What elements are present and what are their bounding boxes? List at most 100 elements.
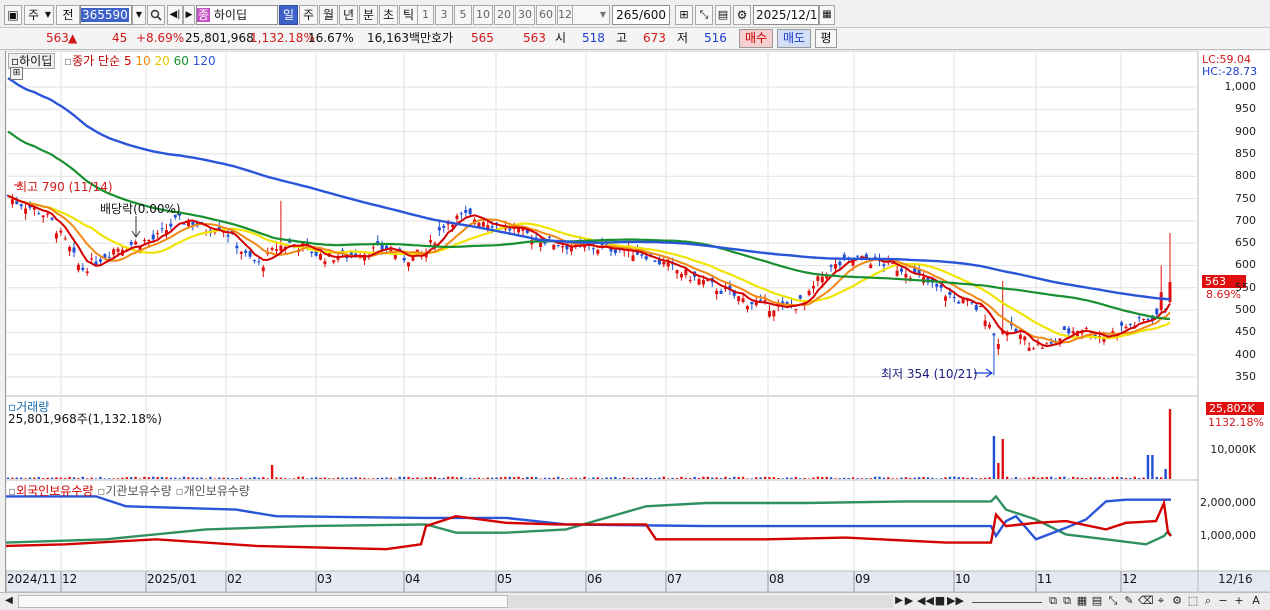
copy-icon[interactable]: ⧉ [1060, 594, 1074, 609]
play-icon[interactable]: ▶ [902, 594, 916, 609]
fast-forward-icon[interactable]: ▶▶ [947, 594, 964, 609]
custom-interval-select[interactable]: ▼ [572, 5, 610, 25]
volume-bar [561, 478, 564, 479]
save-icon[interactable]: ▤ [715, 5, 731, 25]
candle-body [464, 209, 468, 213]
minute-option-0[interactable]: 1 [417, 5, 434, 25]
zoom-slider[interactable] [972, 594, 1042, 603]
ma-legend[interactable]: ▫종가 단순 5 10 20 60 120 [64, 54, 216, 68]
table-icon[interactable]: ▤ [1090, 594, 1104, 609]
volume-bar [1124, 477, 1128, 479]
minute-option-5[interactable]: 30 [515, 5, 535, 25]
volume-bar [1120, 477, 1123, 479]
volume-bar [887, 477, 890, 479]
volume-bar [543, 477, 547, 479]
candle-body [156, 233, 160, 235]
interval-tab-3[interactable]: 년 [339, 5, 358, 25]
calendar-icon[interactable]: ▦ [819, 5, 835, 25]
draw-icon[interactable]: ✎ [1122, 594, 1136, 609]
grid-icon[interactable]: ▦ [1075, 594, 1089, 609]
buy-button[interactable]: 매수 [739, 29, 773, 48]
volume-bar [627, 478, 630, 479]
candle-body [252, 260, 256, 262]
stop-icon[interactable]: ■ [934, 594, 946, 609]
date-field[interactable]: 2025/12/16 [753, 5, 819, 25]
volume-bar [6, 477, 10, 479]
layout-icon[interactable]: ⧉ [1046, 594, 1060, 609]
candle-body [979, 306, 983, 308]
period-select[interactable]: 주 ▼ [24, 5, 54, 25]
candle-body [160, 228, 164, 230]
rewind-icon[interactable]: ◀◀ [917, 594, 934, 609]
search-icon[interactable] [147, 5, 165, 25]
candle-body [561, 246, 565, 248]
eval-button[interactable]: 평 [815, 29, 837, 48]
gear-icon[interactable]: ⚙ [733, 5, 751, 25]
scroll-track[interactable] [508, 595, 893, 608]
prev-stock-icon[interactable]: ◀| [167, 5, 183, 25]
window-icon[interactable]: ▣ [4, 5, 22, 25]
candle-body [37, 213, 41, 215]
sell-button[interactable]: 매도 [777, 29, 811, 48]
candle-body [76, 264, 80, 271]
candle-body [904, 273, 908, 278]
volume-bar [746, 478, 749, 479]
candle-body [116, 248, 120, 252]
candle-body [1128, 323, 1132, 325]
interval-tab-0[interactable]: 일 [279, 5, 298, 25]
minute-option-6[interactable]: 60 [536, 5, 556, 25]
minute-option-3[interactable]: 10 [473, 5, 493, 25]
next-stock-icon[interactable]: ▶ [183, 5, 195, 25]
minute-option-1[interactable]: 3 [435, 5, 453, 25]
grid-toggle-icon[interactable]: ⊞ [10, 67, 23, 80]
volume-bar [1041, 477, 1044, 479]
holdings-legend[interactable]: ▫외국인보유수량 ▫기관보유수량 ▫개인보유수량 [8, 484, 250, 498]
candle-body [772, 310, 776, 317]
chart-area[interactable]: ▫하이딥 ▫종가 단순 5 10 20 60 120 ⊞ LC:59.04 HC… [5, 51, 1270, 592]
legend-marker: ▫ [64, 54, 73, 68]
volume-bar [534, 477, 538, 479]
settings-icon[interactable]: ⚙ [1170, 594, 1184, 609]
volume-bar [156, 477, 159, 479]
prev-button[interactable]: 전 [56, 5, 80, 25]
font-size-icon[interactable]: A [1248, 594, 1264, 609]
volume-bar [882, 477, 886, 479]
scroll-thumb[interactable] [18, 595, 508, 608]
line-type-icon[interactable]: ⤡ [695, 5, 713, 25]
text-icon[interactable]: ⌖ [1154, 594, 1168, 609]
candle-body [147, 239, 151, 241]
candle-body [816, 276, 820, 281]
count-field[interactable]: 265/600 [612, 5, 670, 25]
trend-icon[interactable]: ⤡ [1106, 594, 1120, 609]
volume-bar [697, 478, 701, 479]
magnifier-icon[interactable]: ⌕ [1201, 594, 1215, 609]
candle-body [701, 280, 705, 285]
minute-option-2[interactable]: 5 [454, 5, 472, 25]
eraser-icon[interactable]: ⌫ [1138, 594, 1154, 609]
candle-type-icon[interactable]: ⊞ [675, 5, 693, 25]
zoom-out-icon[interactable]: − [1216, 594, 1230, 609]
volume-bar [1071, 476, 1075, 479]
candle-body [811, 285, 815, 289]
interval-tab-2[interactable]: 월 [319, 5, 338, 25]
stock-name-field[interactable]: 종 하이딥 [196, 5, 278, 25]
scroll-left-icon[interactable]: ◀ [2, 594, 16, 609]
volume-bar [570, 477, 573, 479]
candle-body [763, 300, 767, 302]
candle-body [402, 257, 406, 261]
interval-tab-5[interactable]: 초 [379, 5, 398, 25]
interval-tab-4[interactable]: 분 [359, 5, 378, 25]
interval-tab-6[interactable]: 틱 [399, 5, 418, 25]
volume-bar [28, 477, 32, 479]
candle-body [547, 236, 551, 238]
export-icon[interactable]: ⬚ [1186, 594, 1200, 609]
candle-body [468, 208, 472, 215]
code-dropdown-icon[interactable]: ▼ [132, 5, 146, 25]
interval-tab-1[interactable]: 주 [299, 5, 318, 25]
stock-code-input[interactable]: 365590 [80, 5, 132, 25]
volume-bar [433, 477, 437, 479]
candle-body [142, 240, 146, 242]
volume-bar [446, 476, 450, 479]
minute-option-4[interactable]: 20 [494, 5, 514, 25]
zoom-in-icon[interactable]: + [1232, 594, 1246, 609]
